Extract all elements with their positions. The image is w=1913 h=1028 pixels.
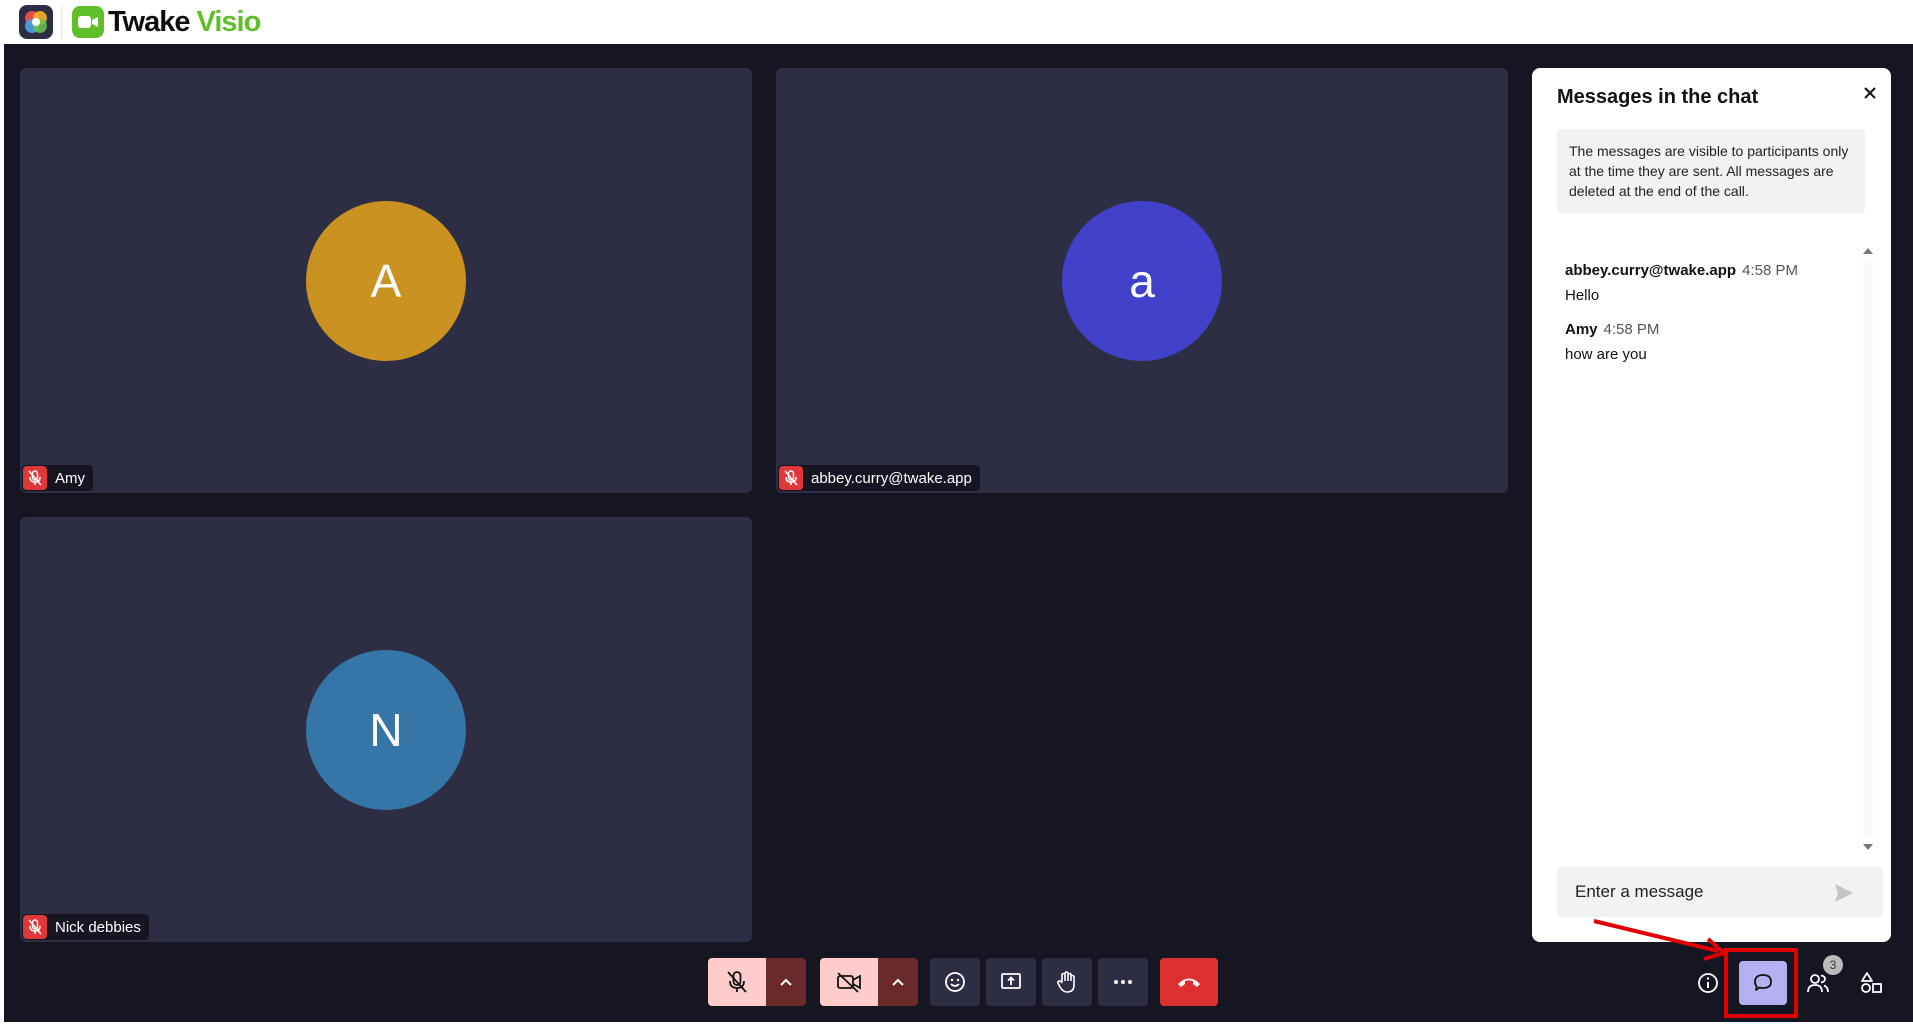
message-time: 4:58 PM — [1603, 321, 1660, 338]
reactions-button[interactable] — [930, 958, 980, 1006]
chat-message-list[interactable]: abbey.curry@twake.app 4:58 PM Hello Amy 4:… — [1557, 246, 1873, 852]
top-bar: Twake Visio — [0, 0, 1913, 44]
participant-name: abbey.curry@twake.app — [811, 469, 972, 487]
mic-off-icon — [779, 466, 803, 490]
chevron-up-icon — [780, 978, 792, 986]
chat-icon — [1754, 974, 1772, 991]
scroll-down-icon[interactable] — [1863, 844, 1873, 850]
participant-avatar: A — [306, 200, 466, 361]
participant-avatar: a — [1062, 200, 1222, 361]
chat-toggle-button[interactable] — [1739, 961, 1787, 1005]
message-text: how are you — [1565, 346, 1647, 363]
camera-off-icon — [837, 972, 861, 993]
chat-message: Amy 4:58 PM how are you — [1565, 321, 1845, 363]
raise-hand-icon — [1057, 971, 1075, 993]
brand-name-visio: Visio — [196, 5, 262, 38]
video-icon — [72, 6, 104, 38]
participants-count-badge: 3 — [1823, 955, 1843, 975]
send-icon[interactable] — [1833, 882, 1855, 904]
participant-nametag: abbey.curry@twake.app — [778, 465, 980, 491]
brand-logo[interactable]: Twake Visio — [72, 4, 262, 40]
shapes-icon — [1861, 972, 1882, 993]
more-icon — [1114, 980, 1132, 984]
screen-share-button[interactable] — [986, 958, 1036, 1006]
message-text: Hello — [1565, 287, 1600, 304]
microphone-options-button[interactable] — [766, 958, 806, 1006]
chevron-up-icon — [892, 978, 904, 986]
app-launcher-icon[interactable] — [18, 4, 54, 40]
tools-button[interactable] — [1853, 965, 1889, 1001]
participants-icon — [1807, 974, 1829, 993]
participant-tile[interactable]: N Nick debbies — [20, 517, 752, 942]
hangup-icon — [1178, 978, 1200, 987]
meeting-info-button[interactable] — [1690, 965, 1726, 1001]
chat-title: Messages in the chat — [1557, 86, 1759, 108]
scrollbar[interactable] — [1863, 260, 1873, 838]
scroll-up-icon[interactable] — [1863, 248, 1873, 254]
participant-tile[interactable]: A Amy — [20, 68, 752, 493]
more-options-button[interactable] — [1098, 958, 1148, 1006]
leave-call-button[interactable] — [1160, 958, 1218, 1006]
participant-avatar: N — [306, 649, 466, 810]
participant-name: Amy — [55, 469, 85, 487]
brand-name: Twake — [108, 5, 191, 38]
participant-nametag: Nick debbies — [22, 914, 149, 940]
chat-message: abbey.curry@twake.app 4:58 PM Hello — [1565, 262, 1845, 304]
message-author: abbey.curry@twake.app — [1565, 262, 1737, 279]
mic-off-icon — [23, 915, 47, 939]
mic-off-icon — [727, 971, 747, 993]
chat-panel: Messages in the chat The messages are vi… — [1532, 68, 1891, 942]
toggle-camera-button[interactable] — [820, 958, 878, 1006]
call-controls — [708, 958, 1218, 1008]
participant-tile[interactable]: a abbey.curry@twake.app — [776, 68, 1508, 493]
message-time: 4:58 PM — [1742, 262, 1798, 279]
message-author: Amy — [1565, 321, 1598, 338]
participant-name: Nick debbies — [55, 918, 141, 936]
annotation-arrow — [1593, 919, 1726, 961]
brand-divider — [61, 6, 62, 38]
screen-share-icon — [1001, 973, 1021, 989]
info-icon — [1698, 973, 1718, 993]
chat-notice: The messages are visible to participants… — [1557, 129, 1865, 213]
camera-options-button[interactable] — [878, 958, 918, 1006]
close-icon[interactable] — [1859, 82, 1881, 104]
raise-hand-button[interactable] — [1042, 958, 1092, 1006]
participant-nametag: Amy — [22, 465, 93, 491]
mic-off-icon — [23, 466, 47, 490]
emoji-icon — [945, 972, 965, 992]
toggle-microphone-button[interactable] — [708, 958, 766, 1006]
